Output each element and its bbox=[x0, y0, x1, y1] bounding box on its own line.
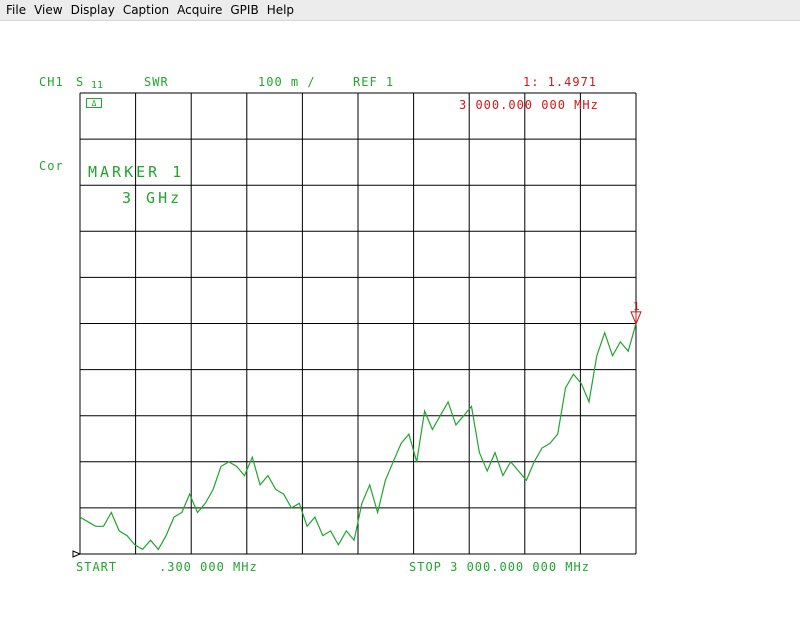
menu-file[interactable]: File bbox=[2, 0, 30, 21]
marker-readout: 1: 1.4971 bbox=[523, 75, 598, 89]
parameter-subscript: 11 bbox=[91, 80, 104, 91]
parameter-label: S bbox=[76, 75, 85, 89]
start-frequency: .300 000 MHz bbox=[159, 560, 258, 574]
format-label: SWR bbox=[144, 75, 169, 89]
reference-label: REF 1 bbox=[353, 75, 395, 89]
marker-annotation-value: 3 GHz bbox=[122, 189, 183, 207]
menu-bar: File View Display Caption Acquire GPIB H… bbox=[0, 0, 800, 21]
channel-label: CH1 bbox=[39, 75, 64, 89]
start-label: START bbox=[76, 560, 118, 574]
stop-frequency: STOP 3 000.000 000 MHz bbox=[409, 560, 590, 574]
menu-view[interactable]: View bbox=[30, 0, 66, 21]
scale-label: 100 m / bbox=[258, 75, 316, 89]
menu-help[interactable]: Help bbox=[263, 0, 298, 21]
marker-frequency: 3 000.000 000 MHz bbox=[459, 98, 599, 112]
menu-caption[interactable]: Caption bbox=[119, 0, 173, 21]
reference-pointer bbox=[72, 550, 82, 558]
calibration-icon: Δ bbox=[86, 98, 102, 108]
menu-display[interactable]: Display bbox=[67, 0, 119, 21]
marker-1: 1 bbox=[630, 300, 642, 326]
menu-acquire[interactable]: Acquire bbox=[173, 0, 226, 21]
analyzer-screen: 1 CH1 S 11 SWR 100 m / REF 1 1: 1.4971 3… bbox=[0, 21, 800, 619]
marker-1-number: 1 bbox=[633, 300, 640, 313]
marker-annotation-title: MARKER 1 bbox=[88, 163, 185, 181]
correction-label: Cor bbox=[39, 159, 64, 173]
chart-svg: 1 bbox=[72, 92, 642, 558]
menu-gpib[interactable]: GPIB bbox=[226, 0, 262, 21]
